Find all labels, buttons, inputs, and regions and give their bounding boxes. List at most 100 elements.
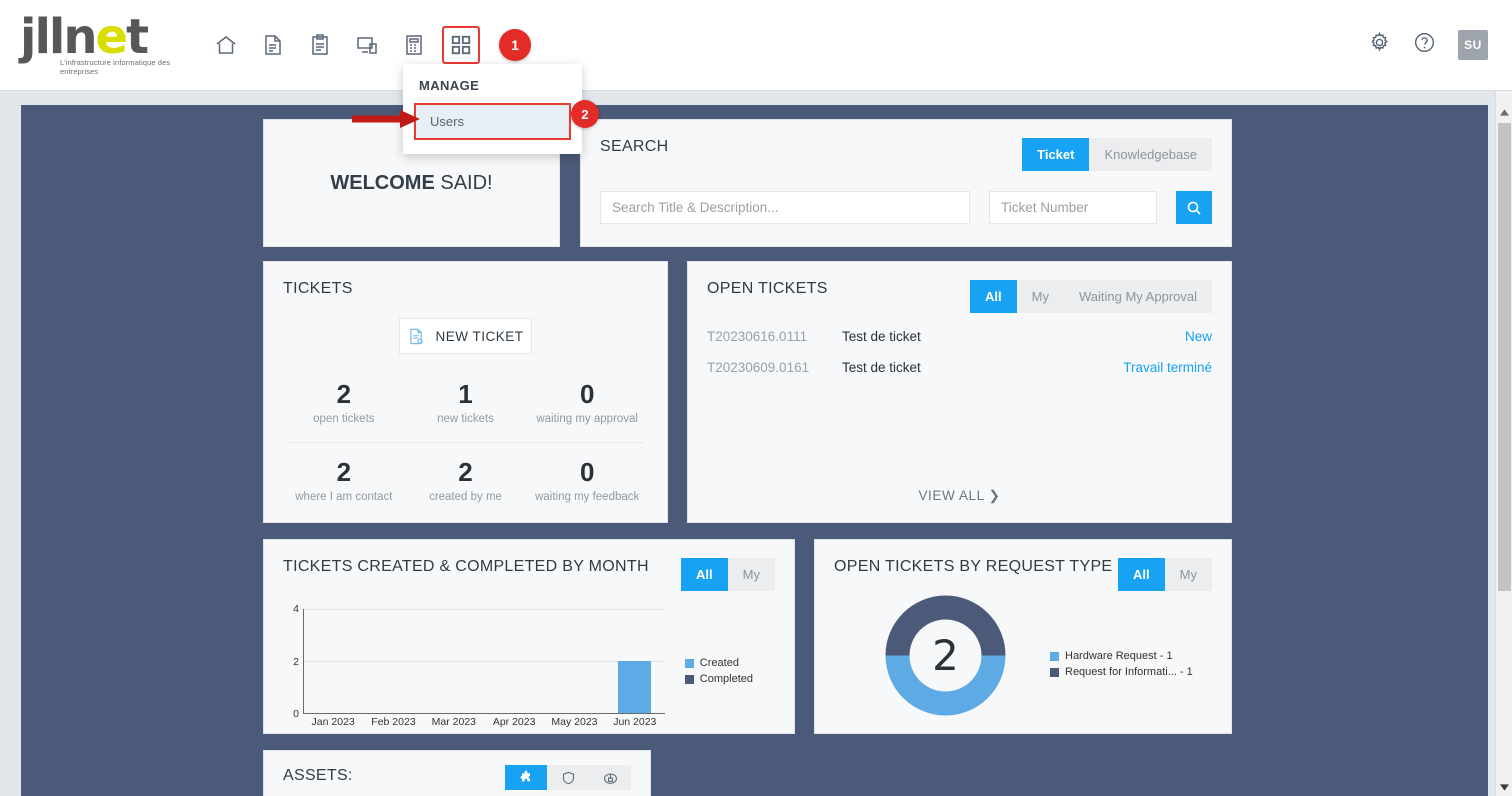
tab-all[interactable]: All	[1118, 558, 1165, 591]
welcome-text: WELCOME SAID!	[330, 172, 492, 195]
legend-swatch	[1050, 651, 1059, 661]
tab-knowledgebase[interactable]: Knowledgebase	[1089, 138, 1212, 171]
x-axis-labels: Jan 2023 Feb 2023 Mar 2023 Apr 2023 May 2023…	[303, 716, 665, 728]
nav-devices-icon[interactable]	[348, 26, 386, 64]
status-badge[interactable]: Travail terminé	[1123, 360, 1212, 375]
tab-my[interactable]: My	[1017, 280, 1064, 313]
bar-series	[304, 609, 665, 713]
top-header: jllnet L'infrastructure informatique des…	[0, 0, 1512, 91]
new-ticket-icon	[410, 328, 424, 344]
donut-chart: 2	[883, 593, 1008, 718]
welcome-rest: SAID!	[434, 171, 493, 194]
scroll-up-arrow[interactable]	[1496, 104, 1512, 121]
donut-center-value: 2	[932, 631, 959, 680]
new-ticket-button[interactable]: NEW TICKET	[399, 318, 532, 354]
callout-badge-2: 2	[571, 100, 599, 128]
tab-ticket[interactable]: Ticket	[1022, 138, 1090, 171]
application-window: jllnet L'infrastructure informatique des…	[0, 0, 1512, 796]
nav-clipboard-icon[interactable]	[301, 26, 339, 64]
scrollbar-thumb[interactable]	[1498, 123, 1511, 591]
stat-where-i-am-contact[interactable]: 2 where I am contact	[283, 457, 405, 503]
legend-item[interactable]: Created	[684, 655, 753, 671]
x-tick-label: Feb 2023	[371, 716, 416, 728]
bar-chart-plot: 0 2 4 Jan 2023 Feb 2023 Mar 2023 Apr 2023 May …	[283, 603, 775, 729]
scroll-down-arrow[interactable]	[1496, 779, 1512, 796]
plot-area	[303, 609, 665, 714]
search-title-input[interactable]: Search Title & Description...	[600, 191, 970, 224]
tab-all[interactable]: All	[681, 558, 728, 591]
nav-report-icon[interactable]	[395, 26, 433, 64]
help-icon[interactable]	[1413, 31, 1436, 59]
tab-waiting-my-approval[interactable]: Waiting My Approval	[1064, 280, 1212, 313]
donut-chart-tabs: All My	[1118, 558, 1212, 591]
legend-label: Completed	[699, 673, 753, 685]
bar-slot	[364, 609, 424, 713]
x-tick-label: May 2023	[551, 716, 598, 728]
legend-item[interactable]: Hardware Request - 1	[1050, 648, 1193, 664]
bar-slot	[605, 609, 665, 713]
open-tickets-card: OPEN TICKETS All My Waiting My Approval …	[687, 261, 1232, 523]
tickets-card: TICKETS NEW TICKET 2 open tickets 1 new …	[263, 261, 668, 523]
logo[interactable]: jllnet L'infrastructure informatique des…	[20, 9, 195, 76]
dropdown-item-users[interactable]: Users	[414, 103, 571, 140]
legend-item[interactable]: Request for Informati... - 1	[1050, 664, 1193, 680]
tab-my[interactable]: My	[1165, 558, 1212, 591]
puzzle-icon[interactable]	[505, 765, 547, 790]
dropdown-title: MANAGE	[419, 78, 480, 93]
tab-all[interactable]: All	[970, 280, 1017, 313]
status-badge[interactable]: New	[1185, 329, 1212, 344]
page-background: WELCOME SAID! SEARCH Ticket Knowledgebas…	[0, 91, 1512, 796]
nav-home-icon[interactable]	[207, 26, 245, 64]
bar-created[interactable]	[618, 660, 652, 713]
stat-created-by-me[interactable]: 2 created by me	[405, 457, 527, 503]
view-all-label: VIEW ALL	[918, 488, 985, 503]
search-icon	[1187, 201, 1201, 215]
nav-document-icon[interactable]	[254, 26, 292, 64]
bar-chart-title: TICKETS CREATED & COMPLETED BY MONTH	[283, 558, 649, 575]
ticket-stats: 2 open tickets 1 new tickets 0 waiting m…	[283, 379, 648, 503]
table-row[interactable]: T20230609.0161 Test de ticket Travail te…	[707, 360, 1212, 375]
y-tick-label: 2	[293, 655, 299, 668]
legend-swatch	[684, 674, 694, 684]
bar-slot	[424, 609, 484, 713]
view-all-link[interactable]: VIEW ALL ❯	[688, 488, 1231, 504]
x-tick-label: Jun 2023	[613, 716, 657, 728]
open-tickets-tabs: All My Waiting My Approval	[970, 280, 1212, 313]
stat-label: open tickets	[313, 413, 375, 425]
legend-label: Created	[699, 657, 739, 669]
ticket-number-input[interactable]: Ticket Number	[988, 191, 1157, 224]
annotation-arrow	[352, 110, 420, 128]
stat-value: 2	[336, 457, 352, 487]
assets-toggle-group	[505, 765, 631, 790]
tab-my[interactable]: My	[728, 558, 775, 591]
shield-icon[interactable]	[547, 765, 589, 790]
printer-icon[interactable]	[589, 765, 631, 790]
search-button[interactable]	[1175, 191, 1212, 224]
avatar[interactable]: SU	[1458, 30, 1488, 60]
ticket-stats-row-1: 2 open tickets 1 new tickets 0 waiting m…	[283, 379, 648, 425]
stat-value: 2	[336, 379, 352, 409]
logo-wordmark: jllnet	[20, 9, 149, 65]
table-row[interactable]: T20230616.0111 Test de ticket New	[707, 329, 1212, 344]
stat-value: 1	[458, 379, 473, 409]
bar-slot	[304, 609, 364, 713]
new-ticket-label: NEW TICKET	[435, 328, 524, 344]
welcome-bold: WELCOME	[330, 171, 435, 194]
stat-new-tickets[interactable]: 1 new tickets	[405, 379, 527, 425]
gear-icon[interactable]	[1368, 31, 1391, 59]
ticket-id: T20230609.0161	[707, 360, 810, 375]
nav-grid-icon[interactable]	[442, 26, 480, 64]
ticket-subject: Test de ticket	[842, 360, 921, 375]
stat-waiting-my-feedback[interactable]: 0 waiting my feedback	[526, 457, 648, 503]
stat-waiting-my-approval[interactable]: 0 waiting my approval	[526, 379, 648, 425]
ticket-id: T20230616.0111	[707, 329, 808, 344]
stat-open-tickets[interactable]: 2 open tickets	[283, 379, 405, 425]
chevron-right-icon: ❯	[988, 488, 1001, 503]
dashboard-canvas: WELCOME SAID! SEARCH Ticket Knowledgebas…	[21, 105, 1488, 796]
y-axis: 0 2 4	[283, 603, 299, 720]
vertical-scrollbar[interactable]	[1495, 91, 1512, 796]
legend-item[interactable]: Completed	[684, 671, 753, 687]
assets-card: ASSETS:	[263, 750, 651, 796]
bar-chart-tabs: All My	[681, 558, 775, 591]
header-actions: SU	[1368, 30, 1488, 60]
